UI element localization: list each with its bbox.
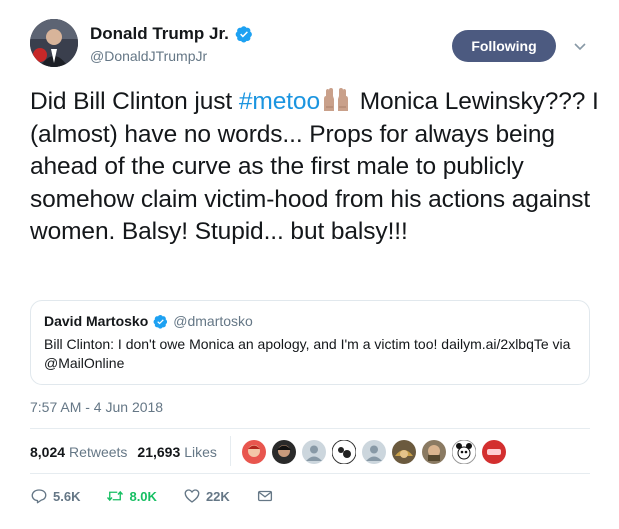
liker-avatar[interactable] [302,440,326,464]
liker-avatar[interactable] [272,440,296,464]
divider [30,428,590,429]
reply-count: 5.6K [53,488,81,504]
liker-avatar[interactable] [482,440,506,464]
liker-avatar[interactable] [331,439,357,465]
avatar[interactable] [30,19,78,67]
reply-button[interactable]: 5.6K [30,487,80,505]
likes-stat[interactable]: 21,693 Likes [137,444,217,460]
quoted-author-row: David Martosko @dmartosko [44,313,253,329]
liker-avatar[interactable] [422,440,446,464]
heart-icon [184,489,200,503]
direct-message-button[interactable] [256,487,274,505]
likes-label: Likes [184,444,217,460]
hashtag-link[interactable]: #metoo [239,88,320,115]
quoted-tweet[interactable]: David Martosko @dmartosko Bill Clinton: … [30,300,590,385]
liker-avatar[interactable] [451,439,477,465]
quoted-tweet-text: Bill Clinton: I don't owe Monica an apol… [44,336,571,371]
likes-count: 21,693 [137,444,181,460]
tweet-actions: 5.6K 8.0K 22K [30,487,300,505]
verified-badge-icon [235,25,253,43]
author-name-row: Donald Trump Jr. [90,24,253,44]
tweet-timestamp[interactable]: 7:57 AM - 4 Jun 2018 [30,399,163,415]
quoted-author-handle: @dmartosko [173,313,253,329]
chevron-down-icon[interactable] [572,38,588,54]
like-count: 22K [205,488,230,504]
retweet-count: 8.0K [129,488,157,504]
reply-icon [31,489,47,504]
divider [30,473,590,474]
retweets-label: Retweets [69,444,128,460]
like-button[interactable]: 22K [183,487,230,505]
liker-avatar[interactable] [362,440,386,464]
raised-hands-emoji-icon [321,87,351,113]
tweet-card: Donald Trump Jr. @DonaldJTrumpJr Followi… [0,0,619,529]
divider [230,436,231,466]
retweet-icon [107,490,124,502]
tweet-text-part-1: Did Bill Clinton just [30,88,239,115]
engagement-stats: 8,024 Retweets 21,693 Likes [30,444,217,460]
tweet-text: Did Bill Clinton just #metoo Monica Lewi… [30,86,600,249]
quoted-author-name: David Martosko [44,313,149,329]
quoted-verified-badge-icon [153,314,168,329]
envelope-icon [257,490,272,502]
retweets-stat[interactable]: 8,024 Retweets [30,444,127,460]
following-button[interactable]: Following [452,30,556,62]
author-name[interactable]: Donald Trump Jr. [90,24,229,44]
liker-avatar[interactable] [392,440,416,464]
liker-avatar[interactable] [242,440,266,464]
retweet-button[interactable]: 8.0K [106,487,157,505]
retweets-count: 8,024 [30,444,66,460]
author-handle[interactable]: @DonaldJTrumpJr [90,48,207,64]
liker-avatars [242,436,512,468]
